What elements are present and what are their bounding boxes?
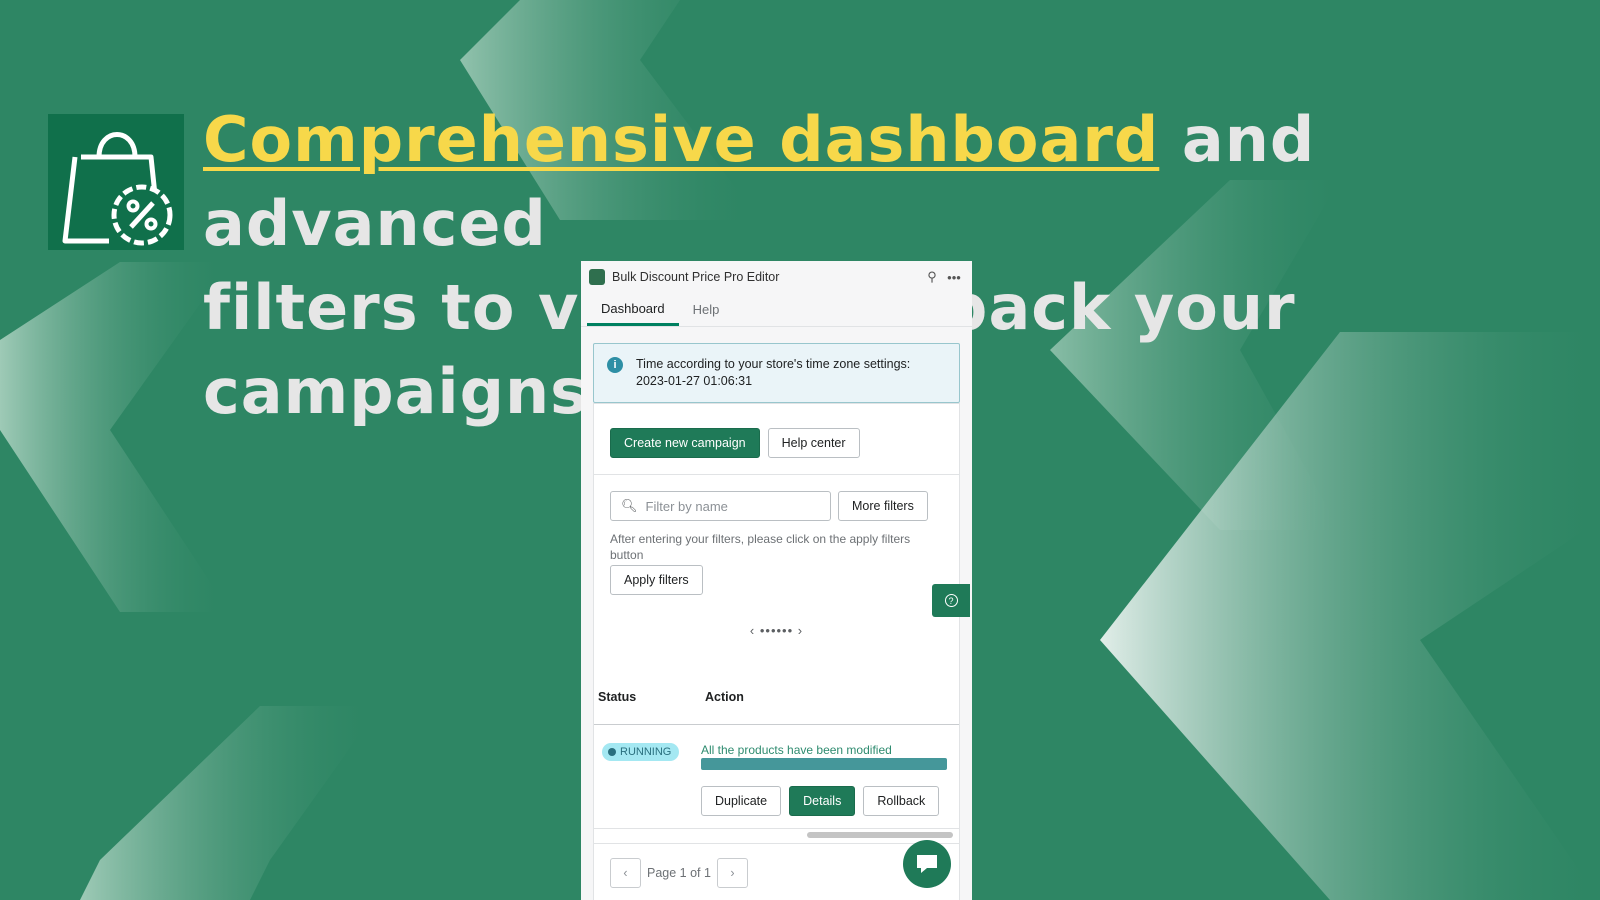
prev-page-button[interactable]: ‹	[610, 858, 641, 888]
scrollbar-thumb[interactable]	[807, 832, 953, 838]
tab-help[interactable]: Help	[679, 293, 734, 326]
pin-icon[interactable]: ⚲	[922, 269, 942, 285]
next-page-button[interactable]: ›	[716, 858, 748, 888]
table-header: Status Action	[594, 648, 959, 725]
tab-bar: Dashboard Help	[581, 293, 972, 327]
help-float-button[interactable]: ?	[932, 584, 970, 617]
progress-bar	[701, 758, 947, 770]
search-placeholder: Filter by name	[645, 498, 728, 514]
chat-bubble-icon	[917, 855, 937, 873]
app-title: Bulk Discount Price Pro Editor	[612, 270, 780, 284]
shopping-bag-percent-icon	[62, 132, 173, 246]
more-horizontal-icon[interactable]: •••	[944, 270, 964, 285]
actions-bar: Create new campaign Help center	[594, 404, 959, 475]
header-status: Status	[598, 690, 637, 704]
details-button[interactable]: Details	[789, 786, 856, 816]
search-input[interactable]: 🔍︎ Filter by name	[610, 491, 831, 521]
carousel-next-icon[interactable]: ›	[798, 623, 803, 638]
filters-section: 🔍︎ Filter by name More filters After ent…	[594, 475, 959, 648]
headline-highlight: Comprehensive dashboard	[203, 103, 1160, 176]
table-row: RUNNING All the products have been modif…	[594, 725, 959, 829]
status-badge: RUNNING	[602, 743, 680, 761]
rollback-button[interactable]: Rollback	[863, 786, 940, 816]
question-circle-icon: ?	[944, 594, 958, 607]
header-action: Action	[705, 690, 744, 704]
create-campaign-button[interactable]: Create new campaign	[610, 428, 760, 458]
timezone-banner: i Time according to your store's time zo…	[593, 343, 960, 403]
banner-timestamp: 2023-01-27 01:06:31	[636, 374, 753, 388]
filter-hint: After entering your filters, please clic…	[610, 532, 911, 562]
tab-dashboard[interactable]: Dashboard	[587, 293, 679, 326]
progress-fill	[701, 758, 947, 770]
info-icon: i	[607, 357, 623, 373]
main-card: Create new campaign Help center 🔍︎ Filte…	[593, 403, 960, 900]
carousel-nav: ‹ •••••• ›	[610, 623, 943, 638]
duplicate-button[interactable]: Duplicate	[701, 786, 782, 816]
logo	[48, 114, 184, 250]
horizontal-scrollbar[interactable]	[594, 829, 959, 843]
chat-button[interactable]	[903, 840, 951, 888]
status-label: RUNNING	[620, 746, 672, 758]
app-window: Bulk Discount Price Pro Editor ⚲ ••• Das…	[581, 261, 972, 900]
search-icon: 🔍︎	[621, 498, 638, 513]
page-indicator: Page 1 of 1	[647, 866, 711, 880]
more-filters-button[interactable]: More filters	[838, 491, 928, 521]
help-center-button[interactable]: Help center	[767, 428, 860, 458]
carousel-prev-icon[interactable]: ‹	[750, 623, 755, 638]
app-logo-icon	[589, 269, 605, 285]
banner-line1: Time according to your store's time zone…	[636, 357, 911, 371]
app-titlebar: Bulk Discount Price Pro Editor ⚲ •••	[581, 261, 972, 293]
progress-label: All the products have been modified	[701, 743, 892, 757]
apply-filters-button[interactable]: Apply filters	[610, 565, 703, 595]
status-dot-icon	[608, 748, 616, 756]
carousel-dots[interactable]: ••••••	[760, 623, 793, 638]
